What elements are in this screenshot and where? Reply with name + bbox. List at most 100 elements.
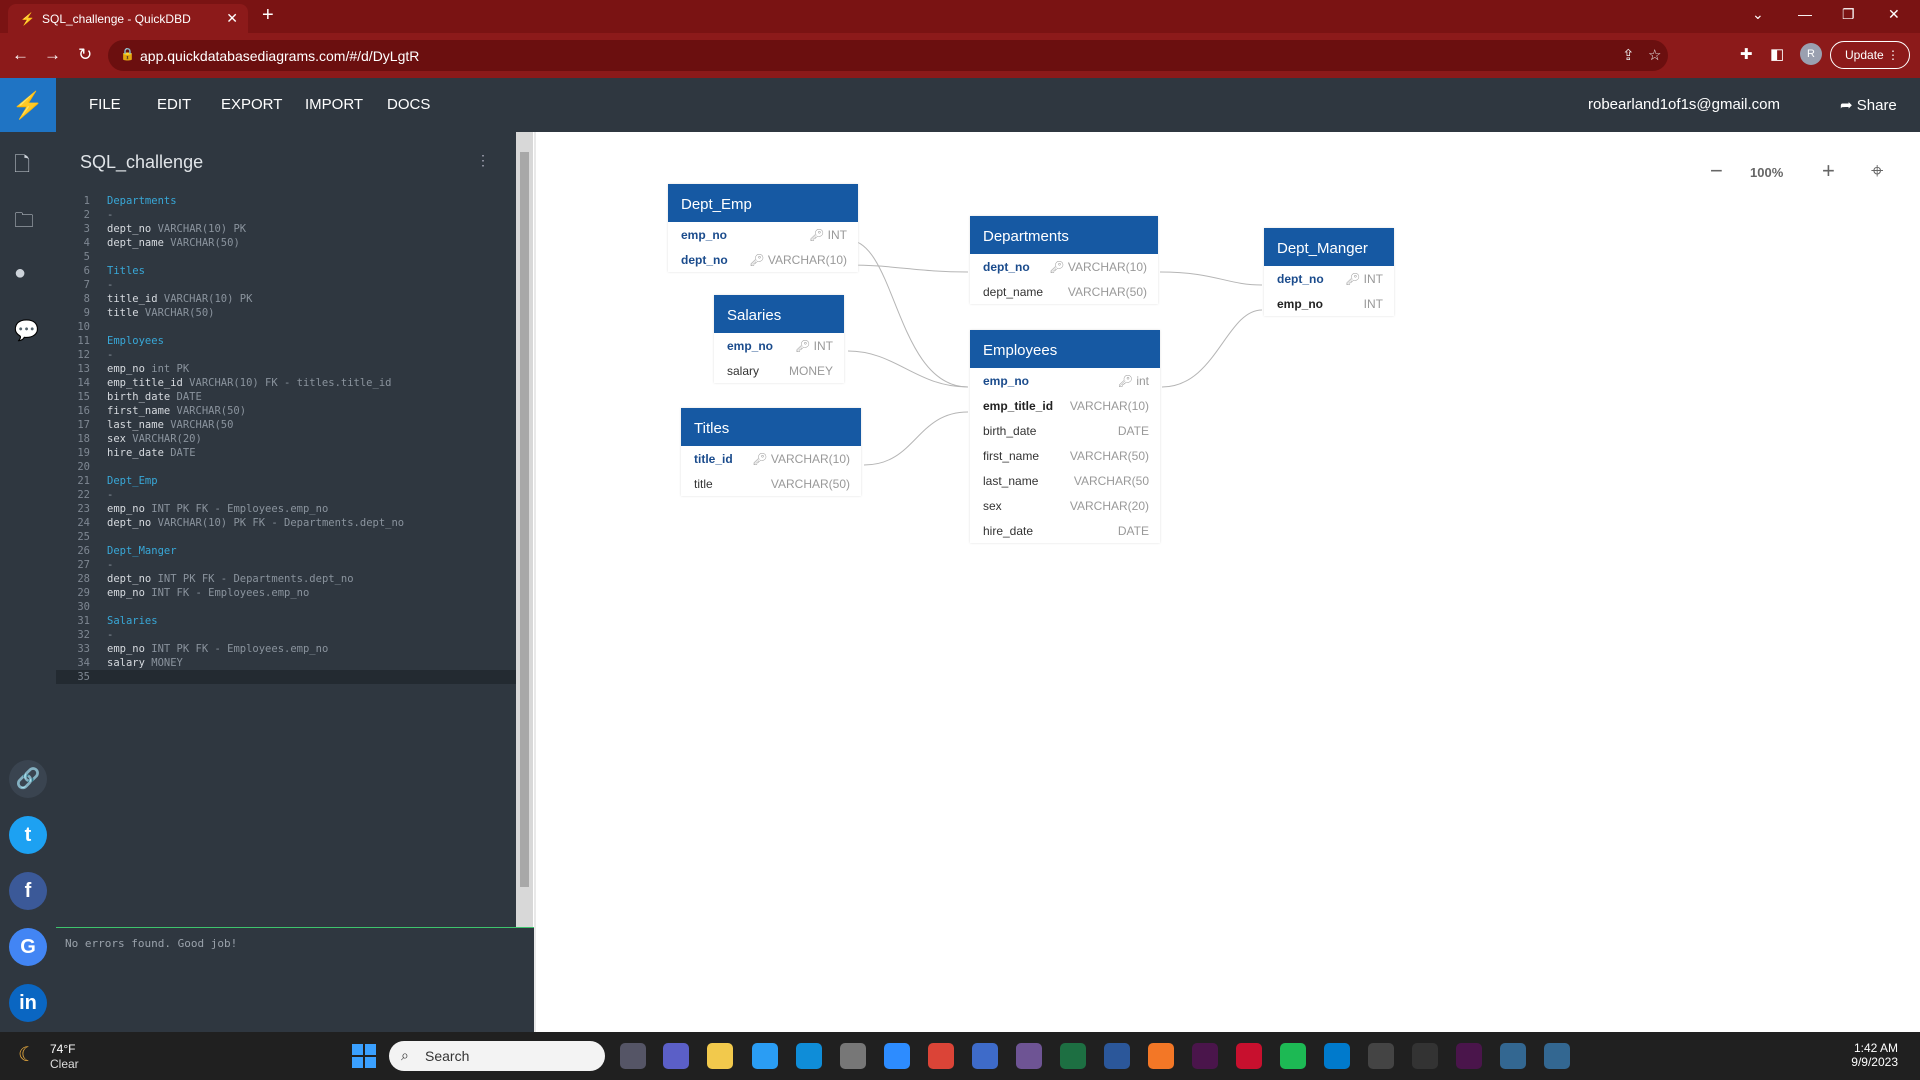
code-line[interactable]: 18 sex VARCHAR(20) bbox=[56, 432, 516, 446]
bookmark-star-icon[interactable]: ☆ bbox=[1648, 46, 1661, 64]
table-dept-manger[interactable]: Dept_Manger dept_no 🔑︎ INT emp_no INT bbox=[1264, 228, 1394, 316]
table-column-row[interactable]: last_name VARCHAR(50 bbox=[970, 468, 1160, 493]
zoom-out-icon[interactable]: − bbox=[1710, 158, 1723, 184]
code-line[interactable]: 12 - bbox=[56, 348, 516, 362]
code-line[interactable]: 27 - bbox=[56, 558, 516, 572]
code-line[interactable]: 10 bbox=[56, 320, 516, 334]
diagram-canvas[interactable]: − 100% + ⌖ Dept_Emp emp_no 🔑︎ INT dept_no… bbox=[536, 132, 1920, 1032]
table-column-row[interactable]: dept_name VARCHAR(50) bbox=[970, 279, 1158, 304]
code-line[interactable]: 35 bbox=[56, 670, 516, 684]
code-line[interactable]: 24 dept_no VARCHAR(10) PK FK - Department… bbox=[56, 516, 516, 530]
share-page-icon[interactable]: ⇪ bbox=[1622, 46, 1635, 64]
help-icon[interactable] bbox=[752, 1043, 778, 1069]
code-line[interactable]: 15 birth_date DATE bbox=[56, 390, 516, 404]
twitter-icon[interactable]: t bbox=[9, 816, 47, 854]
table-column-row[interactable]: dept_no 🔑︎ VARCHAR(10) bbox=[668, 247, 858, 272]
facebook-icon[interactable]: f bbox=[9, 872, 47, 910]
zoom-app-icon[interactable] bbox=[884, 1043, 910, 1069]
restore-icon[interactable]: ❐ bbox=[1842, 6, 1855, 23]
github-icon[interactable] bbox=[1016, 1043, 1042, 1069]
table-column-row[interactable]: salary MONEY bbox=[714, 358, 844, 383]
console-icon[interactable] bbox=[1412, 1043, 1438, 1069]
document-icon[interactable]: 🗋 bbox=[14, 150, 30, 184]
table-column-row[interactable]: emp_no 🔑︎ INT bbox=[714, 333, 844, 358]
code-line[interactable]: 1 Departments bbox=[56, 194, 516, 208]
profile-avatar[interactable]: R bbox=[1800, 43, 1822, 65]
menu-import[interactable]: IMPORT bbox=[305, 96, 363, 113]
code-line[interactable]: 2- bbox=[56, 208, 516, 222]
code-line[interactable]: 5 bbox=[56, 250, 516, 264]
table-employees[interactable]: Employees emp_no 🔑︎ int emp_title_id VARCH… bbox=[970, 330, 1160, 543]
table-column-row[interactable]: first_name VARCHAR(50) bbox=[970, 443, 1160, 468]
menu-docs[interactable]: DOCS bbox=[387, 96, 430, 113]
word-icon[interactable] bbox=[1104, 1043, 1130, 1069]
code-line[interactable]: 34 salary MONEY bbox=[56, 656, 516, 670]
folder-icon[interactable]: 🗀 bbox=[14, 206, 34, 240]
menu-edit[interactable]: EDIT bbox=[157, 96, 191, 113]
recenter-icon[interactable]: ⌖ bbox=[1871, 158, 1883, 184]
side-panel-icon[interactable]: ◧ bbox=[1770, 45, 1784, 63]
code-line[interactable]: 30 bbox=[56, 600, 516, 614]
table-column-row[interactable]: sex VARCHAR(20) bbox=[970, 493, 1160, 518]
code-line[interactable]: 29 emp_no INT FK - Employees.emp_no bbox=[56, 586, 516, 600]
menu-file[interactable]: FILE bbox=[89, 96, 121, 113]
table-column-row[interactable]: emp_title_id VARCHAR(10) bbox=[970, 393, 1160, 418]
table-column-row[interactable]: title_id 🔑︎ VARCHAR(10) bbox=[681, 446, 861, 471]
code-line[interactable]: 3 dept_no VARCHAR(10) PK bbox=[56, 222, 516, 236]
table-column-row[interactable]: dept_no 🔑︎ INT bbox=[1264, 266, 1394, 291]
code-line[interactable]: 6 Titles bbox=[56, 264, 516, 278]
code-line[interactable]: 20 bbox=[56, 460, 516, 474]
table-column-row[interactable]: emp_no 🔑︎ INT bbox=[668, 222, 858, 247]
extensions-icon[interactable]: ✚ bbox=[1740, 45, 1753, 63]
table-column-row[interactable]: dept_no 🔑︎ VARCHAR(10) bbox=[970, 254, 1158, 279]
settings-icon[interactable] bbox=[840, 1043, 866, 1069]
pgadmin-icon[interactable] bbox=[1544, 1043, 1570, 1069]
new-tab-icon[interactable]: + bbox=[262, 4, 274, 27]
vscode-icon[interactable] bbox=[1324, 1043, 1350, 1069]
code-line[interactable]: 13 emp_no int PK bbox=[56, 362, 516, 376]
code-line[interactable]: 28 dept_no INT PK FK - Departments.dept_n… bbox=[56, 572, 516, 586]
code-line[interactable]: 17 last_name VARCHAR(50 bbox=[56, 418, 516, 432]
code-line[interactable]: 26 Dept_Manger bbox=[56, 544, 516, 558]
table-titles[interactable]: Titles title_id 🔑︎ VARCHAR(10) title VARCH… bbox=[681, 408, 861, 496]
document-title[interactable]: SQL_challenge bbox=[80, 152, 203, 173]
share-button[interactable]: ➦ Share bbox=[1840, 96, 1897, 114]
code-editor[interactable]: 1 Departments 2-3 dept_no VARCHAR(10) PK 4 de… bbox=[56, 194, 516, 684]
code-line[interactable]: 32 - bbox=[56, 628, 516, 642]
table-departments[interactable]: Departments dept_no 🔑︎ VARCHAR(10) dept_n… bbox=[970, 216, 1158, 304]
terminal-icon[interactable] bbox=[1368, 1043, 1394, 1069]
editor-scrollbar[interactable] bbox=[516, 132, 533, 927]
code-line[interactable]: 14 emp_title_id VARCHAR(10) FK - titles.t… bbox=[56, 376, 516, 390]
file-explorer-icon[interactable] bbox=[707, 1043, 733, 1069]
table-salaries[interactable]: Salaries emp_no 🔑︎ INT salary MONEY bbox=[714, 295, 844, 383]
code-line[interactable]: 33 emp_no INT PK FK - Employees.emp_no bbox=[56, 642, 516, 656]
close-window-icon[interactable]: ✕ bbox=[1888, 6, 1900, 23]
system-clock[interactable]: 1:42 AM 9/9/2023 bbox=[1834, 1041, 1898, 1069]
edge-icon[interactable] bbox=[796, 1043, 822, 1069]
code-line[interactable]: 16 first_name VARCHAR(50) bbox=[56, 404, 516, 418]
task-view-icon[interactable] bbox=[620, 1043, 646, 1069]
document-menu-icon[interactable]: ⋮ bbox=[476, 152, 490, 169]
close-tab-icon[interactable]: ✕ bbox=[226, 10, 238, 27]
forward-icon[interactable]: → bbox=[44, 45, 61, 65]
quickdbd-logo-icon[interactable]: ⚡ bbox=[0, 78, 56, 132]
spotify-icon[interactable] bbox=[1280, 1043, 1306, 1069]
excel-icon[interactable] bbox=[1060, 1043, 1086, 1069]
linkedin-icon[interactable]: in bbox=[9, 984, 47, 1022]
lock-icon[interactable]: 🔒 bbox=[120, 47, 135, 61]
teams-icon[interactable] bbox=[663, 1043, 689, 1069]
notepad-icon[interactable] bbox=[972, 1043, 998, 1069]
update-button[interactable]: Update ⋮ bbox=[1830, 41, 1910, 69]
code-line[interactable]: 19 hire_date DATE bbox=[56, 446, 516, 460]
reload-icon[interactable]: ↻ bbox=[78, 45, 92, 65]
user-email[interactable]: robearland1of1s@gmail.com bbox=[1588, 96, 1780, 113]
link-icon[interactable]: 🔗 bbox=[9, 760, 47, 798]
slack-icon[interactable] bbox=[1192, 1043, 1218, 1069]
table-dept-emp[interactable]: Dept_Emp emp_no 🔑︎ INT dept_no 🔑︎ VARCHAR(… bbox=[668, 184, 858, 272]
table-column-row[interactable]: emp_no INT bbox=[1264, 291, 1394, 316]
taskbar-search[interactable]: ⌕ Search bbox=[389, 1041, 605, 1071]
chrome-icon[interactable] bbox=[928, 1043, 954, 1069]
menu-export[interactable]: EXPORT bbox=[221, 96, 282, 113]
scrollbar-thumb[interactable] bbox=[520, 152, 529, 887]
code-line[interactable]: 4 dept_name VARCHAR(50) bbox=[56, 236, 516, 250]
